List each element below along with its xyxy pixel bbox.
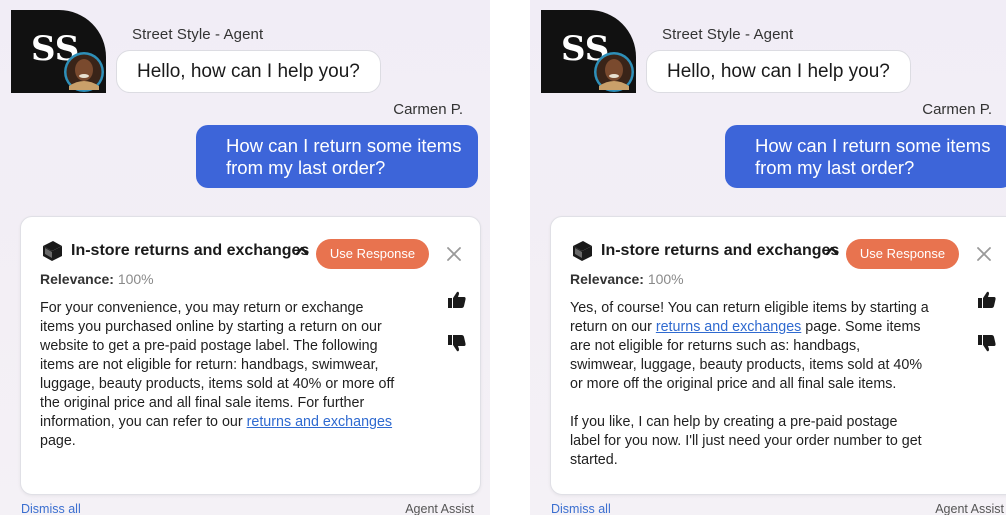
body-text-after: page.: [40, 433, 76, 449]
card-body: Yes, of course! You can return eligible …: [570, 299, 930, 470]
chat-panel-left: SS Street Style - Agent Hello, how can I…: [0, 0, 490, 515]
chevron-up-icon[interactable]: [295, 245, 309, 257]
book-icon: [573, 241, 592, 261]
agent-assist-card: In-store returns and exchanges Use Respo…: [20, 216, 481, 495]
relevance-value: 100%: [117, 271, 154, 287]
agent-name: Street Style - Agent: [662, 26, 794, 43]
customer-message-bubble: How can I return some items from my last…: [725, 125, 1006, 188]
returns-and-exchanges-link[interactable]: returns and exchanges: [656, 319, 801, 335]
book-icon: [43, 241, 62, 261]
card-header: In-store returns and exchanges Use Respo…: [570, 239, 1000, 269]
close-icon[interactable]: [446, 246, 462, 262]
agent-assist-label: Agent Assist: [935, 502, 1004, 515]
street-style-logo-icon: SS: [11, 10, 106, 93]
customer-message-bubble: How can I return some items from my last…: [196, 125, 478, 188]
card-title: In-store returns and exchanges: [601, 242, 840, 259]
card-body: For your convenience, you may return or …: [40, 299, 400, 451]
chevron-up-icon[interactable]: [825, 245, 839, 257]
card-body-paragraph-2: If you like, I can help by creating a pr…: [570, 414, 922, 468]
customer-name: Carmen P.: [393, 101, 463, 118]
returns-and-exchanges-link[interactable]: returns and exchanges: [247, 414, 392, 430]
thumbs-down-icon[interactable]: [978, 335, 996, 352]
use-response-button[interactable]: Use Response: [846, 239, 959, 269]
card-body-paragraph: Yes, of course! You can return eligible …: [570, 299, 930, 394]
close-icon[interactable]: [976, 246, 992, 262]
thumbs-up-icon[interactable]: [978, 291, 996, 308]
agent-avatar: SS: [541, 10, 636, 93]
card-header: In-store returns and exchanges Use Respo…: [40, 239, 470, 269]
street-style-logo-icon: SS: [541, 10, 636, 93]
dismiss-all-link[interactable]: Dismiss all: [21, 502, 81, 515]
thumbs-up-icon[interactable]: [448, 291, 466, 308]
relevance-score: Relevance: 100%: [570, 271, 684, 287]
card-body-paragraph: For your convenience, you may return or …: [40, 299, 400, 451]
agent-avatar: SS: [11, 10, 106, 93]
body-text: For your convenience, you may return or …: [40, 300, 395, 430]
agent-assist-label: Agent Assist: [405, 502, 474, 515]
relevance-score: Relevance: 100%: [40, 271, 154, 287]
agent-message-bubble: Hello, how can I help you?: [646, 50, 911, 93]
chat-panel-right: SS Street Style - Agent Hello, how can I…: [530, 0, 1006, 515]
use-response-button[interactable]: Use Response: [316, 239, 429, 269]
dismiss-all-link[interactable]: Dismiss all: [551, 502, 611, 515]
customer-name: Carmen P.: [922, 101, 992, 118]
relevance-label: Relevance:: [570, 271, 644, 287]
agent-name: Street Style - Agent: [132, 26, 264, 43]
agent-message-bubble: Hello, how can I help you?: [116, 50, 381, 93]
relevance-value: 100%: [647, 271, 684, 287]
card-title: In-store returns and exchanges: [71, 242, 310, 259]
agent-assist-card: In-store returns and exchanges Use Respo…: [550, 216, 1006, 495]
thumbs-down-icon[interactable]: [448, 335, 466, 352]
relevance-label: Relevance:: [40, 271, 114, 287]
